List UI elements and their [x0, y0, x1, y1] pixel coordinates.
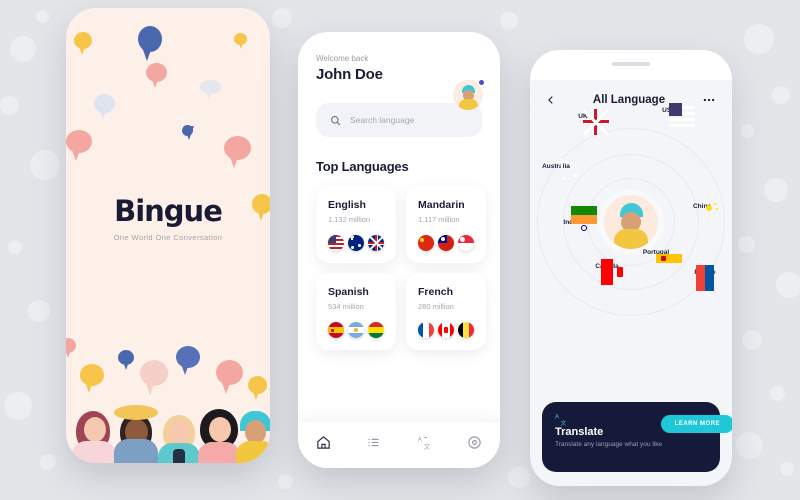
welcome-text: Welcome back [316, 54, 369, 63]
language-node-china[interactable]: China [675, 199, 729, 211]
people-illustration [66, 381, 270, 463]
flag-singapore [458, 235, 474, 251]
svg-text:文: 文 [424, 442, 431, 450]
flag-taiwan [438, 235, 454, 251]
greeting-block: Welcome back John Doe [316, 54, 482, 83]
app-logo: Bingue One World One Conversation [66, 194, 270, 242]
tab-list[interactable] [366, 435, 381, 455]
language-card-french[interactable]: French 280 million [406, 273, 486, 350]
promo-subtitle: Translate any language what you like [555, 441, 663, 448]
language-node-australia[interactable]: Australia [530, 159, 583, 181]
language-name: Spanish [328, 286, 369, 298]
flag-argentina [348, 322, 364, 338]
phone-home-screen: Welcome back John Doe Search language To… [298, 32, 500, 468]
language-node-canada[interactable]: Canada [580, 259, 634, 285]
flag-china [418, 235, 434, 251]
chevron-left-icon[interactable] [546, 95, 556, 105]
flag-belgium [458, 322, 474, 338]
language-name: English [328, 199, 366, 211]
phone-top-bar [530, 50, 732, 80]
language-node-uk[interactable]: UK [556, 108, 610, 135]
section-title: Top Languages [316, 159, 409, 174]
flag-row [328, 322, 384, 338]
center-avatar[interactable] [604, 195, 658, 249]
node-label: China [692, 203, 712, 210]
flag-australia [348, 235, 364, 251]
phone-splash-screen: Bingue One World One Conversation [66, 8, 270, 463]
flag-france [418, 322, 434, 338]
flag-canada [438, 322, 454, 338]
svg-text:A: A [555, 414, 559, 420]
flag-bolivia [368, 322, 384, 338]
phone-all-language-screen: All Language UK Australia China Portugal… [530, 50, 732, 486]
notification-badge[interactable] [477, 78, 486, 87]
search-input[interactable]: Search language [316, 103, 482, 137]
language-speakers: 1.117 million [418, 215, 460, 224]
screen-header: All Language [530, 80, 732, 107]
language-orbit-diagram: UK USA Australia [530, 103, 732, 337]
translate-icon: A 文 [555, 414, 566, 426]
more-horizontal-icon[interactable] [702, 93, 716, 107]
bottom-tabbar: A 文 [298, 422, 500, 468]
speaker-notch [612, 62, 650, 66]
logo-text: Bingue [114, 194, 223, 228]
language-node-portugal[interactable]: Portugal [629, 245, 683, 263]
home-icon [317, 436, 330, 449]
language-node-france[interactable]: France [678, 265, 732, 291]
search-placeholder: Search language [350, 115, 415, 125]
language-name: Mandarin [418, 199, 465, 211]
user-name: John Doe [316, 66, 383, 83]
language-speakers: 534 million [328, 302, 364, 311]
learn-more-button[interactable]: LEARN MORE [660, 415, 732, 433]
language-speakers: 1.132 million [328, 215, 371, 224]
language-card-mandarin[interactable]: Mandarin 1.117 million [406, 186, 486, 263]
flag-row [418, 322, 474, 338]
svg-text:文: 文 [560, 419, 566, 426]
language-node-india[interactable]: India [544, 206, 598, 231]
flag-row [328, 235, 384, 251]
tab-translate[interactable]: A 文 [417, 435, 432, 455]
language-card-english[interactable]: English 1.132 million [316, 186, 396, 263]
search-icon [331, 115, 341, 125]
node-label: Australia [542, 163, 570, 170]
flag-row [418, 235, 474, 251]
flag-uk [368, 235, 384, 251]
tab-home[interactable] [316, 435, 331, 455]
tab-settings[interactable] [467, 435, 482, 455]
language-grid: English 1.132 million Mandarin 1.117 mil… [316, 186, 486, 350]
list-icon [368, 438, 379, 447]
flag-usa [328, 235, 344, 251]
language-card-spanish[interactable]: Spanish 534 million [316, 273, 396, 350]
language-node-usa[interactable]: USA [642, 103, 696, 127]
flag-spain [328, 322, 344, 338]
language-speakers: 280 million [418, 302, 454, 311]
settings-icon [468, 436, 481, 449]
language-name: French [418, 286, 454, 298]
translate-icon: A 文 [417, 436, 431, 451]
svg-text:A: A [417, 436, 422, 443]
logo-tagline: One World One Conversation [113, 233, 223, 242]
translate-promo-card[interactable]: A 文 LEARN MORE Translate Translate any l… [542, 402, 732, 472]
